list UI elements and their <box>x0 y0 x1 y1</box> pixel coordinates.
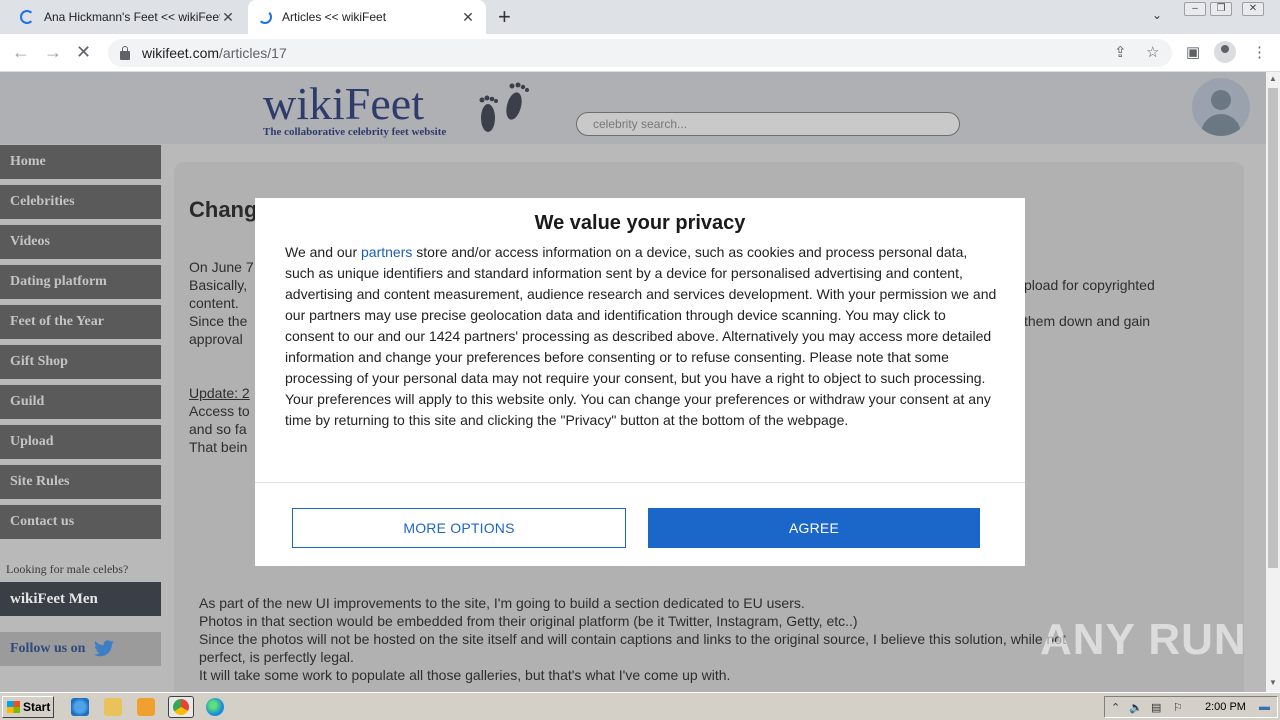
article-text: perfect, is perfectly legal. <box>199 649 354 665</box>
stop-loading-icon[interactable]: ✕ <box>76 43 91 61</box>
sidebar-item-feet-of-the-year[interactable]: Feet of the Year <box>0 305 161 339</box>
file-explorer-icon[interactable] <box>104 698 122 716</box>
update-heading: Update: 2 <box>189 385 250 401</box>
url-host: wikifeet.com <box>142 45 220 61</box>
article-text: them down and gain <box>1024 313 1151 329</box>
follow-us-twitter[interactable]: Follow us on <box>0 632 161 666</box>
consent-text: We and our partners store and/or access … <box>285 242 997 431</box>
tab-search-chevron-icon[interactable]: ⌄ <box>1152 8 1162 22</box>
scroll-down-arrow-icon[interactable]: ▼ <box>1269 678 1277 687</box>
wikifeet-men-link[interactable]: wikiFeet Men <box>0 582 161 616</box>
follow-label: Follow us on <box>10 641 86 656</box>
network-icon[interactable]: ▤ <box>1151 701 1161 714</box>
article-text: and so fa <box>189 421 247 437</box>
more-options-button[interactable]: MORE OPTIONS <box>292 508 626 548</box>
sidebar-item-guild[interactable]: Guild <box>0 385 161 419</box>
sidebar-item-upload[interactable]: Upload <box>0 425 161 459</box>
show-desktop-icon[interactable]: ▬ <box>1259 701 1270 713</box>
windows-logo-icon <box>7 701 20 713</box>
new-tab-button[interactable]: + <box>498 5 511 29</box>
footprints-logo-icon <box>479 82 529 132</box>
tab-title: Articles << wikiFeet <box>282 10 387 24</box>
page-scrollbar[interactable]: ▲ ▼ <box>1266 72 1280 692</box>
sidebar-item-dating-platform[interactable]: Dating platform <box>0 265 161 299</box>
site-logo[interactable]: wikiFeet <box>263 80 424 128</box>
volume-icon[interactable]: 🔈 <box>1129 701 1143 714</box>
lock-icon[interactable] <box>120 45 130 60</box>
chrome-taskbar-button[interactable] <box>168 696 194 718</box>
article-text: Basically, <box>189 277 248 293</box>
chrome-icon <box>173 699 189 715</box>
article-text: content. <box>189 295 239 311</box>
browser-toolbar: ← → ✕ wikifeet.com/articles/17 ⇪ ☆ ▣ ⋮ <box>0 34 1280 72</box>
article-text: Access to <box>189 403 250 419</box>
article-text: Since the <box>189 313 248 329</box>
site-header: wikiFeet The collaborative celebrity fee… <box>0 72 1266 144</box>
divider <box>255 482 1025 483</box>
start-button[interactable]: Start <box>2 696 54 718</box>
restore-button[interactable]: ❐ <box>1210 2 1232 16</box>
profile-avatar-icon[interactable] <box>1214 41 1236 63</box>
sidebar-item-home[interactable]: Home <box>0 145 161 179</box>
article-heading: Chang <box>189 197 258 222</box>
tray-expand-icon[interactable]: ⌃ <box>1111 701 1120 714</box>
article-text: On June 7 <box>189 259 254 275</box>
sidebar-item-site-rules[interactable]: Site Rules <box>0 465 161 499</box>
anyrun-watermark: ANY RUN <box>1040 615 1247 664</box>
privacy-consent-dialog: We value your privacy We and our partner… <box>255 198 1025 566</box>
user-avatar-icon[interactable] <box>1192 78 1250 136</box>
url-path: /articles/17 <box>219 45 287 61</box>
article-text: pload for copyrighted <box>1024 277 1155 293</box>
agree-button[interactable]: AGREE <box>648 508 980 548</box>
article-text: As part of the new UI improvements to th… <box>199 595 805 611</box>
minimize-button[interactable]: – <box>1184 2 1206 16</box>
back-arrow-icon[interactable]: ← <box>12 43 30 61</box>
bookmark-star-icon[interactable]: ☆ <box>1146 43 1159 61</box>
scrollbar-thumb[interactable] <box>1268 88 1278 568</box>
twitter-bird-icon <box>94 640 114 657</box>
tab-title: Ana Hickmann's Feet << wikiFeet <box>44 10 220 24</box>
male-celebs-note: Looking for male celebs? <box>6 562 129 576</box>
address-bar[interactable]: wikifeet.com/articles/17 <box>108 39 1172 67</box>
consent-text-rest: store and/or access information on a dev… <box>285 244 997 428</box>
article-text: Photos in that section would be embedded… <box>199 613 858 629</box>
windows-taskbar: Start ⌃ 🔈 ▤ ⚐ 2:00 PM ▬ <box>0 692 1280 720</box>
sidebar-item-gift-shop[interactable]: Gift Shop <box>0 345 161 379</box>
internet-explorer-icon[interactable] <box>71 698 89 716</box>
edge-icon[interactable] <box>206 698 224 716</box>
article-text: approval <box>189 331 243 347</box>
loading-spinner-icon <box>20 10 34 24</box>
article-text: That bein <box>189 439 248 455</box>
action-center-flag-icon[interactable]: ⚐ <box>1173 701 1183 714</box>
celebrity-search-input[interactable]: celebrity search... <box>576 112 960 136</box>
tab-strip: Ana Hickmann's Feet << wikiFeet ✕ Articl… <box>0 0 1280 34</box>
scroll-up-arrow-icon[interactable]: ▲ <box>1269 74 1277 83</box>
tab-articles[interactable]: Articles << wikiFeet ✕ <box>248 0 486 34</box>
article-text: Since the photos will not be hosted on t… <box>199 631 1066 647</box>
consent-text-start: We and our <box>285 244 362 260</box>
tab-close-icon[interactable]: ✕ <box>220 9 236 26</box>
loading-spinner-icon <box>258 10 272 24</box>
dialog-title: We value your privacy <box>534 212 746 234</box>
menu-kebab-icon[interactable]: ⋮ <box>1252 43 1267 61</box>
sidebar-item-contact-us[interactable]: Contact us <box>0 505 161 539</box>
clock[interactable]: 2:00 PM <box>1205 701 1246 713</box>
media-player-icon[interactable] <box>137 698 155 716</box>
sidebar-item-videos[interactable]: Videos <box>0 225 161 259</box>
side-panel-icon[interactable]: ▣ <box>1186 43 1200 61</box>
tab-ana-hickmann[interactable]: Ana Hickmann's Feet << wikiFeet ✕ <box>10 0 246 34</box>
article-text: It will take some work to populate all t… <box>199 667 731 683</box>
system-tray: ⌃ 🔈 ▤ ⚐ 2:00 PM ▬ <box>1104 696 1278 718</box>
site-tagline: The collaborative celebrity feet website <box>263 126 447 138</box>
start-label: Start <box>23 700 51 714</box>
tab-close-icon[interactable]: ✕ <box>460 9 476 26</box>
forward-arrow-icon[interactable]: → <box>44 43 62 61</box>
sidebar-item-celebrities[interactable]: Celebrities <box>0 185 161 219</box>
share-icon[interactable]: ⇪ <box>1114 43 1127 61</box>
partners-link[interactable]: partners <box>361 244 412 260</box>
close-window-button[interactable]: ✕ <box>1242 2 1264 16</box>
